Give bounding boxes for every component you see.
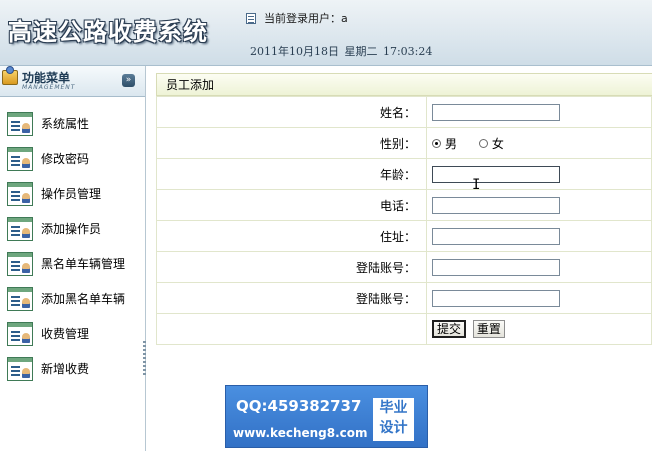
sidebar-item-label: 修改密码	[41, 152, 90, 166]
sidebar-item-change-password[interactable]: 修改密码	[0, 141, 145, 176]
login-account-2-label: 登陆账号：	[156, 282, 427, 314]
watermark-stamp: 毕业 设计	[373, 398, 414, 441]
current-user-row: 当前登录用户：a	[246, 10, 348, 26]
list-user-icon	[7, 321, 33, 346]
form-row-address: 住址：	[156, 220, 652, 252]
employee-form: 姓名： 性别： 男 女 年龄： 电话： 住址： 登陆账号： 登陆账号： 提交 重…	[156, 96, 652, 345]
form-row-actions: 提交 重置	[156, 313, 652, 345]
list-user-icon	[7, 216, 33, 241]
form-row-name: 姓名：	[156, 96, 652, 128]
age-field[interactable]	[432, 165, 560, 183]
sidebar-item-label: 操作员管理	[41, 187, 102, 201]
login-account-label: 登陆账号：	[156, 251, 427, 283]
datetime-display: 2011年10月18日 星期二 17:03:24	[250, 45, 433, 58]
document-icon	[246, 12, 256, 24]
sidebar-item-label: 系统属性	[41, 117, 90, 131]
radio-unchecked-icon	[478, 138, 488, 148]
radio-checked-icon	[432, 138, 441, 148]
sidebar-item-label: 收费管理	[41, 327, 90, 341]
app-title: 高速公路收费系统	[8, 17, 208, 46]
main-content: 员工添加 姓名： 性别： 男 女 年龄： 电话： 住址： 登陆账号： 登陆账号：…	[156, 73, 652, 345]
address-field[interactable]	[432, 227, 560, 245]
collapse-menu-button[interactable]: »	[122, 74, 135, 87]
sidebar-item-label: 添加黑名单车辆	[41, 292, 126, 306]
name-label: 姓名：	[156, 96, 427, 128]
sidebar-splitter-handle[interactable]	[143, 341, 146, 377]
list-user-icon	[7, 251, 33, 276]
gender-radio-male[interactable]: 男	[432, 135, 457, 152]
sidebar-item-label: 黑名单车辆管理	[41, 257, 126, 271]
login-account-2-field[interactable]	[432, 289, 560, 307]
phone-field[interactable]	[432, 196, 560, 214]
sidebar-item-new-toll[interactable]: 新增收费	[0, 351, 145, 386]
watermark-url: www.kecheng8.com	[233, 426, 368, 440]
sidebar-item-label: 添加操作员	[41, 222, 102, 236]
gender-label: 性别：	[156, 127, 427, 159]
age-label: 年龄：	[156, 158, 427, 190]
sidebar-item-add-blacklist-vehicle[interactable]: 添加黑名单车辆	[0, 281, 145, 316]
watermark-stamp-line1: 毕业	[379, 400, 408, 416]
submit-button[interactable]: 提交	[432, 320, 467, 338]
sidebar-item-add-operator[interactable]: 添加操作员	[0, 211, 145, 246]
gender-option-label: 女	[491, 136, 504, 151]
list-user-icon	[7, 146, 33, 171]
form-row-login-account-2: 登陆账号：	[156, 282, 652, 314]
gender-radio-female[interactable]: 女	[478, 135, 504, 152]
phone-label: 电话：	[156, 189, 427, 221]
sidebar-item-system-properties[interactable]: 系统属性	[0, 106, 145, 141]
list-user-icon	[7, 111, 33, 136]
panel-title: 员工添加	[156, 73, 652, 96]
reset-button[interactable]: 重置	[472, 320, 505, 338]
sidebar-item-blacklist-management[interactable]: 黑名单车辆管理	[0, 246, 145, 281]
menu-header: 功能菜单 MANAGEMENT »	[0, 66, 145, 97]
list-user-icon	[7, 181, 33, 206]
form-row-gender: 性别： 男 女	[156, 127, 652, 159]
form-row-login-account: 登陆账号：	[156, 251, 652, 283]
watermark-qq: QQ:459382737	[236, 397, 362, 415]
list-user-icon	[7, 356, 33, 381]
list-user-icon	[7, 286, 33, 311]
menu-subtitle: MANAGEMENT	[22, 84, 76, 91]
sidebar: 功能菜单 MANAGEMENT » 系统属性 修改密码 操作员管理 添加操作员 …	[0, 66, 146, 451]
current-user-label: 当前登录用户：a	[264, 12, 348, 25]
login-account-field[interactable]	[432, 258, 560, 276]
form-row-age: 年龄：	[156, 158, 652, 190]
sidebar-item-label: 新增收费	[41, 362, 90, 376]
sidebar-item-operator-management[interactable]: 操作员管理	[0, 176, 145, 211]
watermark-banner: QQ:459382737 www.kecheng8.com 毕业 设计	[225, 385, 428, 448]
sidebar-item-toll-management[interactable]: 收费管理	[0, 316, 145, 351]
gender-option-label: 男	[445, 136, 458, 151]
watermark-stamp-line2: 设计	[379, 420, 408, 436]
address-label: 住址：	[156, 220, 427, 252]
menu-folder-icon	[2, 66, 18, 85]
name-field[interactable]	[432, 103, 560, 121]
header: 高速公路收费系统 当前登录用户：a 2011年10月18日 星期二 17:03:…	[0, 0, 652, 66]
menu-list: 系统属性 修改密码 操作员管理 添加操作员 黑名单车辆管理 添加黑名单车辆 收费…	[0, 106, 145, 386]
text-cursor-icon: I	[472, 177, 481, 193]
form-row-phone: 电话：	[156, 189, 652, 221]
